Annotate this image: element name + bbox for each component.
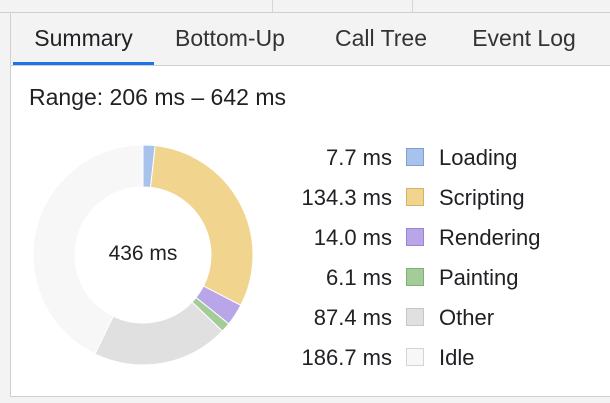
legend-swatch (406, 188, 424, 206)
legend-swatch (406, 148, 424, 166)
legend-row-loading: 7.7 ms Loading (273, 139, 603, 179)
tab-bottom-up[interactable]: Bottom-Up (163, 13, 297, 65)
tab-event-log[interactable]: Event Log (459, 13, 589, 65)
legend-value: 186.7 ms (301, 345, 393, 370)
top-toolbar-strip (0, 0, 610, 13)
legend-label: Painting (439, 265, 519, 290)
legend-swatch (406, 268, 424, 286)
legend-row-rendering: 14.0 ms Rendering (273, 219, 603, 259)
legend-row-other: 87.4 ms Other (273, 299, 603, 339)
legend-swatch (406, 228, 424, 246)
legend-row-idle: 186.7 ms Idle (273, 339, 603, 379)
range-text: Range: 206 ms – 642 ms (29, 84, 286, 110)
legend-value: 134.3 ms (301, 185, 393, 210)
legend-value: 87.4 ms (313, 305, 392, 330)
legend-value: 7.7 ms (325, 145, 392, 170)
total-duration-label: 436 ms (108, 242, 178, 265)
legend-label: Scripting (439, 185, 525, 210)
summary-panel: Summary Bottom-Up Call Tree Event Log Ra… (10, 13, 610, 397)
legend-value: 6.1 ms (325, 265, 392, 290)
tab-call-tree[interactable]: Call Tree (321, 13, 441, 65)
donut-slice-scripting (149, 145, 253, 306)
toolbar-divider (272, 0, 273, 12)
toolbar-divider (412, 0, 413, 12)
legend-label: Loading (439, 145, 518, 170)
category-legend: 7.7 ms Loading 134.3 ms Scripting 14.0 ms Ren… (273, 139, 603, 379)
legend-label: Idle (439, 345, 475, 370)
tab-summary[interactable]: Summary (13, 13, 154, 65)
legend-label: Rendering (439, 225, 541, 250)
legend-swatch (406, 308, 424, 326)
details-tabbar: Summary Bottom-Up Call Tree Event Log (11, 13, 610, 66)
legend-row-painting: 6.1 ms Painting (273, 259, 603, 299)
legend-swatch (406, 348, 424, 366)
legend-row-scripting: 134.3 ms Scripting (273, 179, 603, 219)
legend-value: 14.0 ms (313, 225, 392, 250)
legend-label: Other (439, 305, 495, 330)
